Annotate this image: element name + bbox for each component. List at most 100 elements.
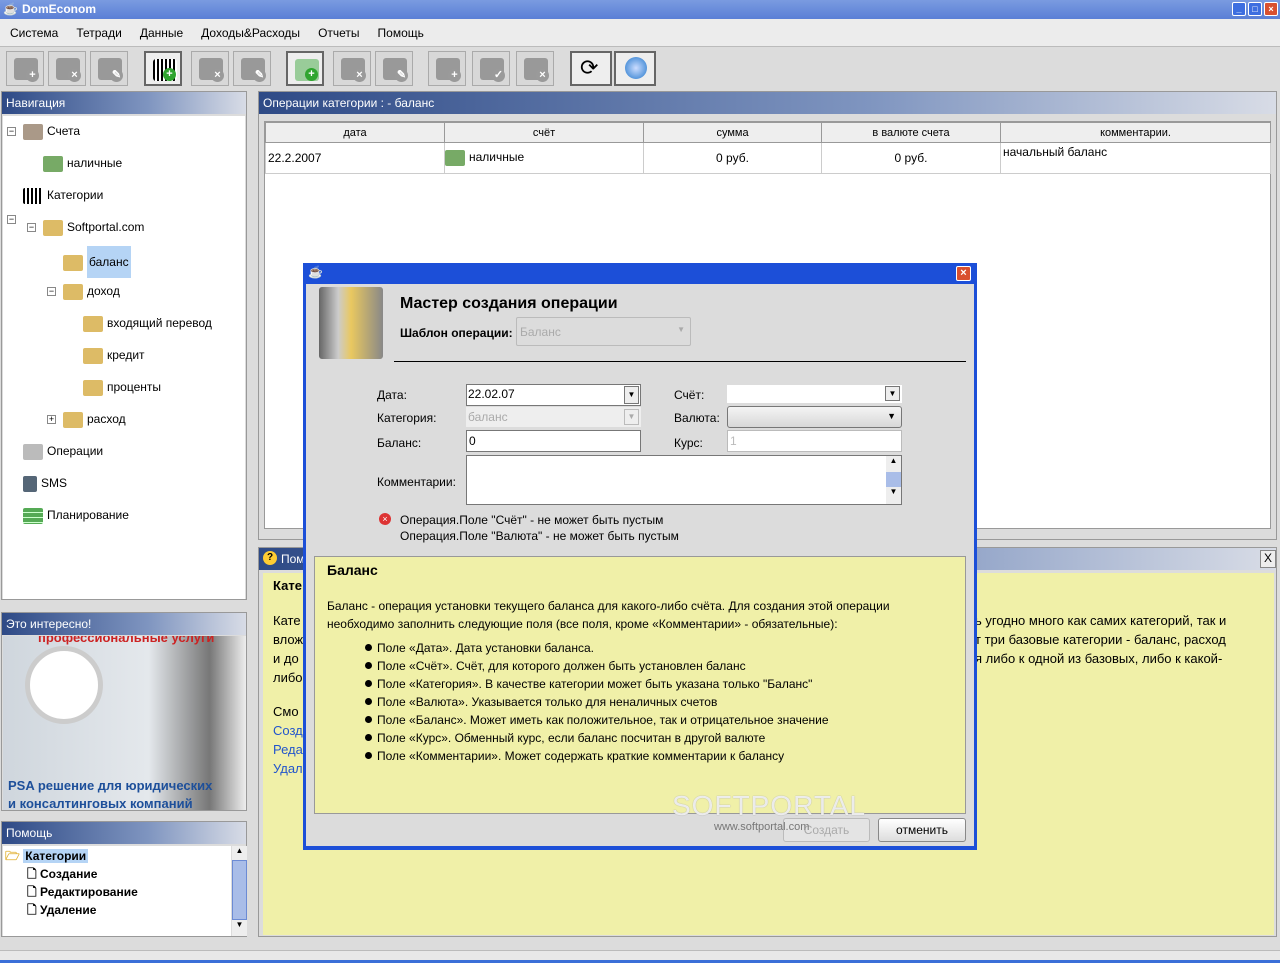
balance-input[interactable]: 0 [466,430,641,452]
template-label: Шаблон операции: [400,326,513,340]
edit-plan-button[interactable]: ✓ [472,51,510,86]
chevron-down-icon: ▼ [624,409,639,425]
close-button[interactable]: × [1264,2,1278,16]
help-item-categories[interactable]: 🗁 Категории [5,847,89,865]
minimize-button[interactable]: _ [1232,2,1246,16]
comment-textarea[interactable]: ▲ ▼ [466,455,902,505]
column-amount[interactable]: сумма [643,122,822,143]
error-message: Операция.Поле "Валюта" - не может быть п… [400,529,679,543]
column-comments[interactable]: комментарии. [1000,122,1271,143]
dialog-help-box: Баланс Баланс - операция установки текущ… [314,556,966,814]
menu-data[interactable]: Данные [130,19,191,40]
error-message: Операция.Поле "Счёт" - не может быть пус… [400,513,664,527]
menu-notebooks[interactable]: Тетради [66,19,129,40]
tree-item-softportal[interactable]: Softportal.com [43,217,144,237]
tree-item-incoming-transfer[interactable]: входящий перевод [83,313,212,333]
money-icon [445,150,465,166]
add-operation-button[interactable]: + [286,51,324,86]
toolbar: + × ✎ + × ✎ + × ✎ + ✓ × ⟳ [0,48,1280,90]
tree-item-income[interactable]: доход [63,281,120,301]
tree-item-sms[interactable]: SMS [23,473,67,493]
rate-input[interactable]: 1 [727,430,902,452]
cancel-button[interactable]: отменить [878,818,966,842]
menu-system[interactable]: Система [0,19,66,40]
help-panel-close-button[interactable]: X [1260,550,1276,568]
menu-help[interactable]: Помощь [368,19,432,40]
refresh-icon: ⟳ [580,55,599,80]
help-bullet: Поле «Комментарии». Может содержать крат… [365,749,784,763]
folder-coins-icon [83,315,103,332]
account-select[interactable]: ▼ [727,385,902,403]
help-tree-scrollbar[interactable]: ▲ ▼ [232,846,247,936]
chevron-down-icon: ▼ [677,325,685,334]
help-nav-panel: Помощь 🗁 Категории 🗋 Создание 🗋 Редактир… [1,821,247,937]
column-date[interactable]: дата [265,122,445,143]
comment-scrollbar[interactable]: ▲ ▼ [886,456,901,504]
folder-coins-icon [43,219,63,236]
edit-operation-button[interactable]: ✎ [375,51,413,86]
delete-operation-button[interactable]: × [333,51,371,86]
operation-wizard-dialog: ☕ × Мастер создания операции Шаблон опер… [303,263,977,850]
date-field[interactable]: 22.02.07 ▼ [466,384,641,406]
refresh-button[interactable]: ⟳ [570,51,612,86]
chevron-down-icon: ▼ [885,386,900,401]
folder-coins-icon [63,283,83,300]
tree-item-credit[interactable]: кредит [83,345,145,365]
column-account[interactable]: счёт [444,122,644,143]
tree-item-cash[interactable]: наличные [43,153,122,173]
help-bullet: Поле «Счёт». Счёт, для которого должен б… [365,659,746,673]
error-icon: × [379,513,391,525]
delete-account-button[interactable]: × [48,51,86,86]
help-bullet: Поле «Категория». В качестве категории м… [365,677,812,691]
menu-reports[interactable]: Отчеты [308,19,367,40]
add-plan-button[interactable]: + [428,51,466,86]
chevron-down-icon[interactable]: ▼ [624,386,639,404]
edit-category-button[interactable]: ✎ [233,51,271,86]
menu-income-expenses[interactable]: Доходы&Расходы [191,19,308,40]
edit-account-button[interactable]: ✎ [90,51,128,86]
dialog-close-button[interactable]: × [956,266,971,281]
help-link-delete[interactable]: Удал [273,761,303,776]
tree-item-accounts[interactable]: Счета [23,121,80,141]
category-field[interactable]: баланс ▼ [466,407,641,427]
navigation-panel: Навигация − Счета наличные − Категории −… [1,91,247,600]
barcode-icon [23,187,43,204]
title-bar: ☕ DomEconom _ □ × [0,0,1280,19]
help-tree: 🗁 Категории 🗋 Создание 🗋 Редактирование … [3,846,231,936]
table-row[interactable]: 22.2.2007 наличные 0 руб. 0 руб. начальн… [265,142,1271,174]
delete-category-button[interactable]: × [191,51,229,86]
tree-item-categories[interactable]: Категории [23,185,103,205]
folder-info-icon [63,254,83,271]
page-icon: 🗋 [27,903,37,917]
column-in-account-currency[interactable]: в валюте счета [821,122,1001,143]
ad-banner[interactable]: профессиональные услуги PSA решение для … [3,636,246,810]
tree-item-interest[interactable]: проценты [83,377,161,397]
help-item-edit[interactable]: 🗋 Редактирование [27,883,138,901]
tree-item-balance[interactable]: баланс [63,246,131,278]
maximize-button[interactable]: □ [1248,2,1262,16]
java-cup-icon: ☕ [308,265,323,279]
help-link-create[interactable]: Созд [273,723,303,738]
page-icon: 🗋 [27,867,37,881]
help-item-delete[interactable]: 🗋 Удаление [27,901,96,919]
delete-plan-button[interactable]: × [516,51,554,86]
help-item-create[interactable]: 🗋 Создание [27,865,97,883]
navigation-tree: − Счета наличные − Категории − Softporta… [3,116,245,599]
add-account-button[interactable]: + [6,51,44,86]
help-link-edit[interactable]: Реда [273,742,303,757]
add-category-button[interactable]: + [144,51,182,86]
tree-item-expense[interactable]: расход [63,409,126,429]
template-select[interactable]: Баланс ▼ [516,317,691,346]
folder-coins-icon [83,379,103,396]
help-bullet: Поле «Дата». Дата установки баланса. [365,641,594,655]
open-folder-icon: 🗁 [5,849,20,863]
tree-item-planning[interactable]: Планирование [23,505,129,525]
page-icon: 🗋 [27,885,37,899]
currency-select[interactable]: ▼ [727,406,902,428]
app-title: DomEconom [22,2,97,16]
help-bullet: Поле «Валюта». Указывается только для не… [365,695,717,709]
atm-user-icon [319,287,383,359]
cash-register-icon [23,443,43,460]
tree-item-operations[interactable]: Операции [23,441,103,461]
help-globe-button[interactable] [614,51,656,86]
